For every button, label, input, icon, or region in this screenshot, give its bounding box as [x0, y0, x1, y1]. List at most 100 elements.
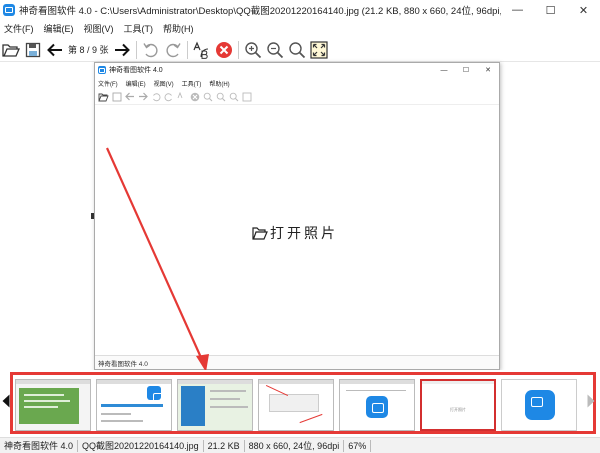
rotate-left-button[interactable] — [140, 39, 162, 61]
thumbnail-strip: 打开照片 — [10, 372, 596, 434]
thumbnail[interactable] — [501, 379, 577, 431]
app-logo-icon — [3, 4, 15, 16]
thumb-app-icon — [147, 386, 165, 403]
thumb-text-line — [346, 390, 406, 391]
menu-bar: 文件(F) 编辑(E) 视图(V) 工具(T) 帮助(H) — [0, 20, 600, 36]
thumb-text-line — [210, 398, 240, 400]
rotate-ccw-icon — [142, 42, 158, 57]
arrow-right-icon — [114, 43, 130, 56]
thumb-red-arrow — [299, 413, 323, 424]
inner-zoom-out-icon — [214, 90, 227, 103]
inner-maximize: ☐ — [462, 67, 470, 74]
toolbar-separator — [135, 40, 137, 59]
thumb-text-line — [210, 406, 248, 408]
rotate-right-button[interactable] — [162, 39, 184, 61]
inner-delete-icon — [188, 90, 201, 103]
thumbnail[interactable] — [339, 379, 415, 431]
thumb-titlebar — [259, 380, 333, 384]
arrow-left-icon — [47, 43, 62, 56]
inner-open-folder-icon — [97, 90, 110, 103]
inner-arrow-right-icon — [136, 90, 149, 103]
inner-toolbar — [95, 89, 499, 105]
menu-view[interactable]: 视图(V) — [80, 22, 120, 35]
inner-minimize: — — [440, 66, 448, 74]
thumb-text-line — [24, 400, 70, 402]
thumb-titlebar — [97, 380, 171, 384]
actual-size-button[interactable] — [286, 39, 308, 61]
open-photo-prompt: 打开照片 — [252, 223, 338, 243]
inner-close: ✕ — [485, 67, 491, 74]
save-button[interactable] — [22, 39, 44, 61]
maximize-button[interactable]: ☐ — [534, 0, 567, 20]
inner-rotate-cw-icon — [162, 90, 175, 103]
thumb-titlebar — [422, 381, 494, 384]
fit-screen-icon — [309, 40, 328, 59]
fit-window-button[interactable] — [308, 39, 330, 61]
delete-x-icon — [215, 41, 232, 58]
menu-help[interactable]: 帮助(H) — [159, 22, 200, 35]
thumb-text-line — [101, 420, 143, 422]
window-title: 神奇看图软件 4.0 - C:\Users\Administrator\Desk… — [19, 6, 501, 17]
next-button[interactable] — [111, 39, 133, 61]
menu-file[interactable]: 文件(F) — [0, 22, 40, 35]
thumbnail[interactable] — [96, 379, 172, 431]
thumb-progress-bar — [101, 404, 163, 407]
minimize-button[interactable]: — — [501, 0, 534, 20]
thumbnail-bar: 打开照片 — [0, 370, 600, 436]
thumbnail-selected[interactable]: 打开照片 — [420, 379, 496, 431]
previous-button[interactable] — [44, 39, 66, 61]
rename-button[interactable] — [191, 39, 213, 61]
delete-button[interactable] — [213, 39, 235, 61]
inner-menu-tools: 工具(T) — [181, 81, 202, 88]
open-folder-icon — [252, 227, 268, 240]
open-folder-icon — [2, 43, 20, 57]
inner-status-bar: 神奇看图软件 4.0 — [95, 355, 499, 369]
save-icon — [25, 42, 41, 57]
thumbnail[interactable] — [258, 379, 334, 431]
toolbar-separator — [237, 40, 239, 59]
rotate-cw-icon — [166, 42, 181, 57]
thumb-titlebar — [16, 380, 90, 384]
thumb-text-line — [24, 406, 58, 408]
thumb-app-icon — [525, 390, 555, 420]
thumbnail[interactable] — [177, 379, 253, 431]
status-bar: 神奇看图软件 4.0 QQ截图20201220164140.jpg 21.2 K… — [0, 437, 600, 453]
toolbar: 第 8 / 9 张 — [0, 38, 600, 62]
zoom-out-button[interactable] — [264, 39, 286, 61]
triangle-right-icon — [587, 394, 595, 408]
inner-title-bar: 神奇看图软件 4.0 — ☐ ✕ — [95, 63, 499, 77]
zoom-actual-icon — [288, 41, 305, 58]
thumbnail-next-button[interactable] — [586, 393, 596, 409]
thumb-titlebar — [340, 380, 414, 384]
rename-ab-icon — [192, 40, 208, 59]
page-indicator: 第 8 / 9 张 — [68, 45, 109, 55]
inner-rotate-ccw-icon — [149, 90, 162, 103]
status-file-size: 21.2 KB — [204, 439, 245, 452]
inner-zoom-in-icon — [201, 90, 214, 103]
open-folder-button[interactable] — [0, 39, 22, 61]
menu-tools[interactable]: 工具(T) — [120, 22, 160, 35]
inner-zoom-actual-icon — [227, 90, 240, 103]
inner-canvas: 打开照片 — [95, 107, 499, 355]
status-file-name: QQ截图20201220164140.jpg — [78, 439, 204, 452]
zoom-in-button[interactable] — [242, 39, 264, 61]
open-photo-label: 打开照片 — [270, 225, 338, 241]
thumbnail[interactable] — [15, 379, 91, 431]
close-button[interactable]: ✕ — [567, 0, 600, 20]
triangle-left-icon — [2, 394, 10, 408]
inner-rename-icon — [175, 90, 188, 103]
menu-edit[interactable]: 编辑(E) — [40, 22, 80, 35]
thumb-blue-banner — [181, 386, 205, 426]
status-app-name: 神奇看图软件 4.0 — [0, 439, 79, 452]
zoom-out-icon — [266, 41, 283, 58]
inner-menu-edit: 编辑(E) — [125, 81, 146, 88]
thumb-dialog — [269, 394, 319, 412]
thumb-text-line — [24, 394, 64, 396]
title-bar: 神奇看图软件 4.0 - C:\Users\Administrator\Desk… — [0, 0, 600, 20]
thumb-titlebar — [178, 380, 252, 384]
inner-fit-screen-icon — [240, 90, 253, 103]
thumb-text-line — [210, 390, 246, 392]
status-zoom: 67% — [344, 439, 372, 452]
inner-menu-help: 帮助(H) — [209, 81, 230, 88]
inner-menu-view: 视图(V) — [153, 81, 174, 88]
